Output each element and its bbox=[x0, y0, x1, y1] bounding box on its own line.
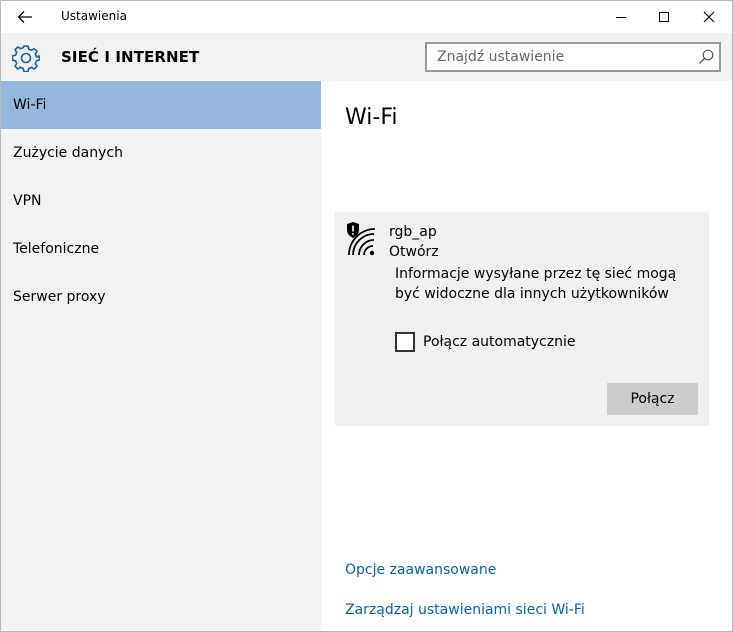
sidebar-item-dial-up[interactable]: Telefoniczne bbox=[1, 225, 321, 273]
back-button[interactable] bbox=[9, 4, 41, 30]
connect-button[interactable]: Połącz bbox=[607, 383, 698, 415]
minimize-icon bbox=[616, 17, 626, 18]
close-button[interactable] bbox=[686, 1, 732, 33]
advanced-options-link[interactable]: Opcje zaawansowane bbox=[345, 562, 496, 578]
network-status: Otwórz bbox=[389, 244, 439, 260]
window-title: Ustawienia bbox=[61, 9, 127, 23]
network-card[interactable]: rgb_ap Otwórz Informacje wysyłane przez … bbox=[335, 212, 709, 426]
maximize-button[interactable] bbox=[641, 1, 687, 33]
search-input[interactable] bbox=[427, 44, 687, 70]
sidebar-item-proxy[interactable]: Serwer proxy bbox=[1, 273, 321, 321]
network-name: rgb_ap bbox=[389, 224, 437, 240]
maximize-icon bbox=[659, 12, 669, 22]
auto-connect-label: Połącz automatycznie bbox=[423, 334, 576, 350]
search-icon[interactable] bbox=[697, 48, 715, 66]
title-bar: Ustawienia bbox=[1, 1, 732, 33]
network-warning: Informacje wysyłane przez tę sieć mogą b… bbox=[395, 266, 677, 302]
manage-wifi-settings-link[interactable]: Zarządzaj ustawieniami sieci Wi-Fi bbox=[345, 602, 585, 618]
main-content: Wi-Fi rgb_ap Otwórz Informacje wysyłane … bbox=[321, 81, 732, 631]
wifi-shield-warning-icon bbox=[347, 222, 376, 256]
gear-icon bbox=[12, 45, 40, 72]
page-title: Wi-Fi bbox=[345, 105, 398, 130]
auto-connect-checkbox[interactable] bbox=[395, 332, 415, 352]
settings-header: SIEĆ I INTERNET bbox=[1, 33, 732, 81]
sidebar-item-data-usage[interactable]: Zużycie danych bbox=[1, 129, 321, 177]
section-title: SIEĆ I INTERNET bbox=[61, 48, 200, 66]
sidebar: Wi-Fi Zużycie danych VPN Telefoniczne Se… bbox=[1, 81, 321, 631]
search-box[interactable] bbox=[425, 42, 721, 72]
close-icon bbox=[703, 11, 715, 23]
minimize-button[interactable] bbox=[598, 1, 644, 33]
sidebar-item-wifi[interactable]: Wi-Fi bbox=[1, 81, 321, 129]
arrow-left-icon bbox=[17, 11, 32, 23]
auto-connect-option[interactable]: Połącz automatycznie bbox=[395, 332, 575, 352]
sidebar-item-vpn[interactable]: VPN bbox=[1, 177, 321, 225]
settings-window: Ustawienia SIEĆ I INTERNET Znajdź ustawi… bbox=[0, 0, 733, 632]
